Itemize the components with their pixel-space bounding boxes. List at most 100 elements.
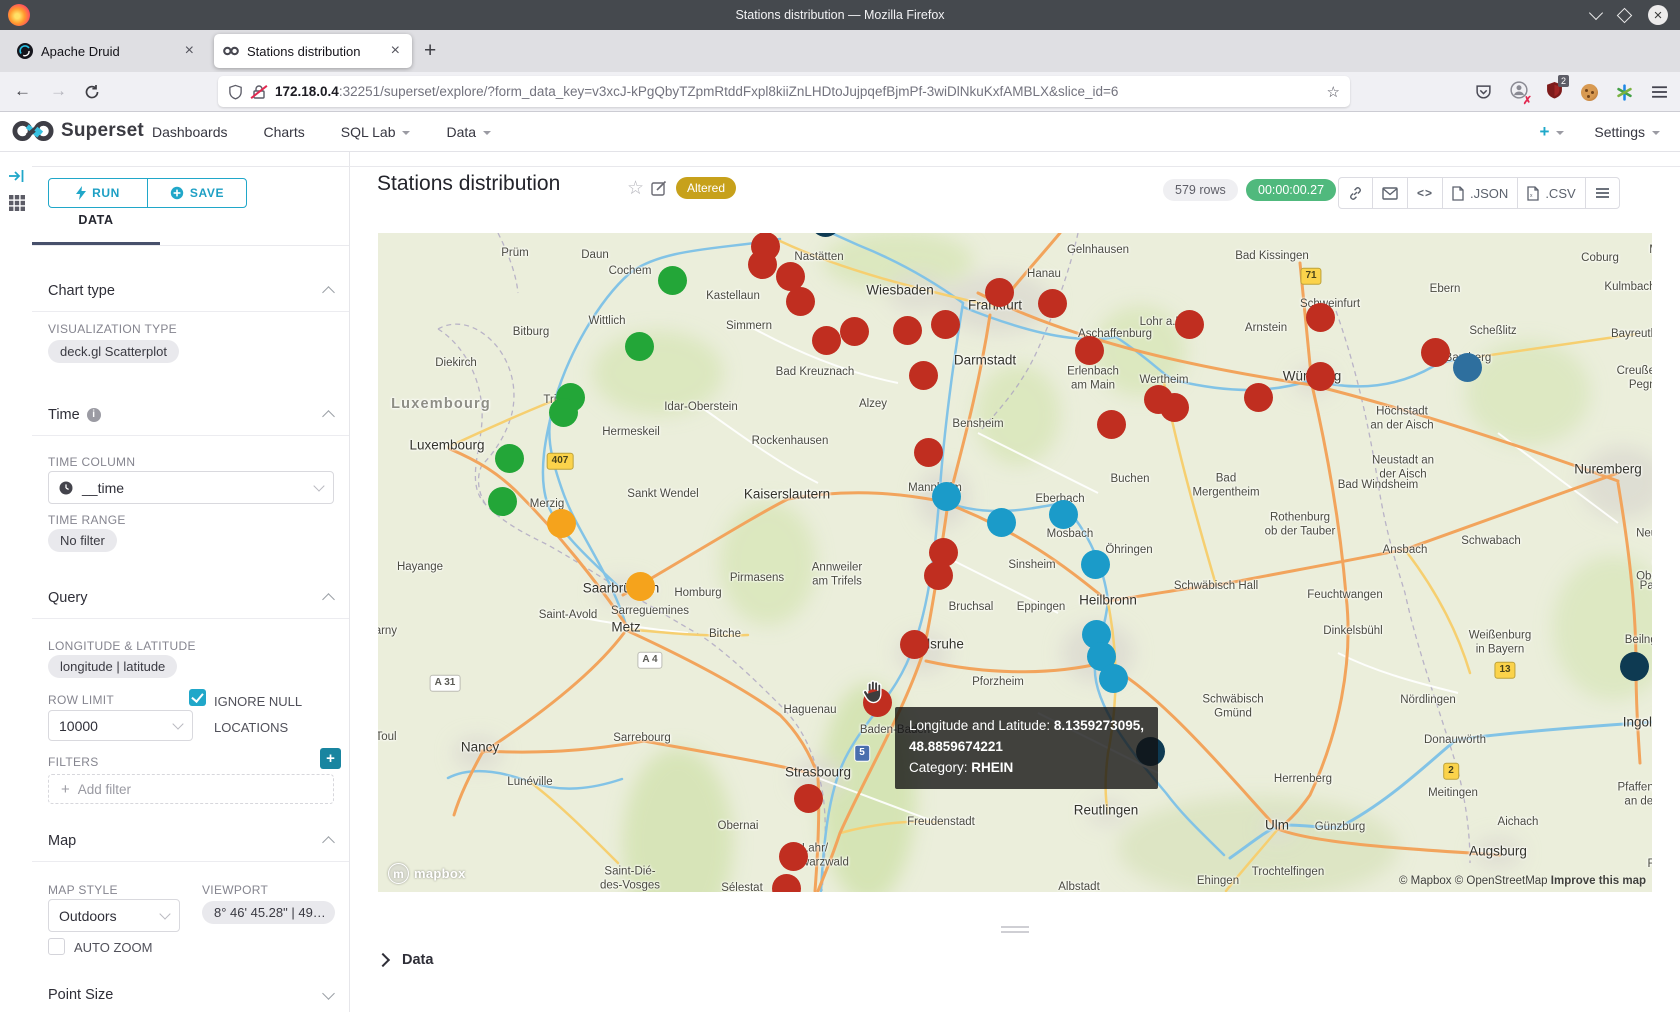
scatter-point[interactable] xyxy=(893,316,922,345)
scatter-point[interactable] xyxy=(1160,393,1189,422)
time-range-pill[interactable]: No filter xyxy=(48,529,117,552)
extension-asterisk-icon[interactable] xyxy=(1616,84,1633,101)
scatter-point[interactable] xyxy=(786,287,815,316)
scatter-point[interactable] xyxy=(909,361,938,390)
section-time[interactable]: Time i xyxy=(32,394,349,436)
section-map[interactable]: Map xyxy=(32,820,349,862)
tab-apache-druid[interactable]: Apache Druid × xyxy=(8,34,206,68)
scatter-point[interactable] xyxy=(840,317,869,346)
nav-charts[interactable]: Charts xyxy=(264,124,305,140)
viewport-pill[interactable]: 8° 46' 45.28" | 49… xyxy=(202,901,335,924)
scatter-point[interactable] xyxy=(1175,310,1204,339)
nav-data[interactable]: Data xyxy=(446,124,491,140)
scatter-point[interactable] xyxy=(772,874,801,893)
scatter-point[interactable] xyxy=(1620,652,1649,681)
favorite-star-icon[interactable]: ☆ xyxy=(627,177,644,200)
scatter-point[interactable] xyxy=(812,326,841,355)
scatter-point[interactable] xyxy=(1244,383,1273,412)
row-limit-select[interactable]: 10000 xyxy=(48,710,193,741)
scatter-point[interactable] xyxy=(900,630,929,659)
export-json-button[interactable]: .JSON xyxy=(1442,178,1517,208)
scatter-point[interactable] xyxy=(779,842,808,871)
bookmark-star-icon[interactable]: ☆ xyxy=(1327,83,1340,101)
cookie-icon[interactable] xyxy=(1581,84,1598,101)
scatter-point[interactable] xyxy=(488,487,517,516)
time-column-select[interactable]: __time xyxy=(48,471,334,504)
email-button[interactable] xyxy=(1372,178,1407,208)
back-button[interactable]: ← xyxy=(14,81,31,101)
scatter-point[interactable] xyxy=(1049,500,1078,529)
scatter-point[interactable] xyxy=(1038,289,1067,318)
attribution-text[interactable]: © Mapbox © OpenStreetMap xyxy=(1399,875,1551,887)
chart-menu-button[interactable] xyxy=(1585,178,1619,208)
section-point-size[interactable]: Point Size xyxy=(32,974,349,1012)
scatter-point[interactable] xyxy=(931,310,960,339)
scatter-point[interactable] xyxy=(626,572,655,601)
scatter-point[interactable] xyxy=(1081,550,1110,579)
scatter-point[interactable] xyxy=(549,398,578,427)
resize-handle[interactable] xyxy=(1001,923,1029,933)
dataset-grid-icon[interactable] xyxy=(8,194,26,212)
scatter-point[interactable] xyxy=(914,438,943,467)
collapse-panel-icon[interactable] xyxy=(8,168,25,184)
map-style-select[interactable]: Outdoors xyxy=(48,899,180,932)
scatter-point[interactable] xyxy=(1306,362,1335,391)
add-filter-box[interactable]: + Add filter xyxy=(48,774,334,804)
auto-zoom-checkbox[interactable] xyxy=(48,938,65,955)
embed-code-button[interactable]: <> xyxy=(1407,178,1442,208)
menu-hamburger-icon[interactable] xyxy=(1651,85,1668,99)
data-panel-toggle[interactable]: Data xyxy=(378,952,433,968)
scatter-point[interactable] xyxy=(1075,336,1104,365)
nav-sql-lab[interactable]: SQL Lab xyxy=(341,124,411,140)
export-csv-button[interactable]: x .CSV xyxy=(1517,178,1584,208)
scatter-point[interactable] xyxy=(547,509,576,538)
settings-menu[interactable]: Settings xyxy=(1594,124,1660,140)
account-icon[interactable]: ✗ xyxy=(1510,81,1528,104)
section-chart-type[interactable]: Chart type xyxy=(32,270,349,312)
save-button[interactable]: SAVE xyxy=(147,179,246,207)
scatter-point[interactable] xyxy=(924,561,953,590)
viz-type-pill[interactable]: deck.gl Scatterplot xyxy=(48,340,179,363)
tab-close-icon[interactable]: × xyxy=(388,42,403,60)
add-filter-plus-button[interactable]: + xyxy=(320,748,341,769)
scatter-point[interactable] xyxy=(811,233,840,237)
share-link-button[interactable] xyxy=(1339,178,1372,208)
reload-icon[interactable] xyxy=(84,84,100,100)
tab-data[interactable]: DATA xyxy=(32,198,160,242)
ignore-null-checkbox[interactable] xyxy=(189,689,206,706)
scatter-point[interactable] xyxy=(987,508,1016,537)
window-maximize-icon[interactable] xyxy=(1617,7,1633,23)
scatter-point[interactable] xyxy=(1453,353,1482,382)
pocket-icon[interactable] xyxy=(1475,84,1492,101)
scatter-point[interactable] xyxy=(1306,303,1335,332)
improve-map-link[interactable]: Improve this map xyxy=(1551,875,1646,887)
scatter-point[interactable] xyxy=(1097,410,1126,439)
window-minimize-icon[interactable] xyxy=(1589,6,1603,20)
window-close-button[interactable]: × xyxy=(1648,5,1668,25)
nav-dashboards[interactable]: Dashboards xyxy=(152,124,228,140)
shield-icon[interactable] xyxy=(228,84,243,100)
insecure-lock-icon[interactable] xyxy=(251,84,267,100)
new-tab-button[interactable]: + xyxy=(424,39,436,63)
scatter-point[interactable] xyxy=(1099,664,1128,693)
scatter-point[interactable] xyxy=(985,278,1014,307)
tab-close-icon[interactable]: × xyxy=(182,42,197,60)
scatter-point[interactable] xyxy=(794,784,823,813)
tab-stations-distribution[interactable]: Stations distribution × xyxy=(214,34,412,68)
scatter-point[interactable] xyxy=(625,332,654,361)
scatter-point[interactable] xyxy=(495,444,524,473)
scatter-point[interactable] xyxy=(658,266,687,295)
ublock-icon[interactable]: 2 xyxy=(1546,81,1563,104)
add-new-button[interactable]: + xyxy=(1539,122,1564,142)
scatter-point[interactable] xyxy=(1421,338,1450,367)
scatter-point[interactable] xyxy=(932,482,961,511)
deckgl-scatterplot-map[interactable]: PrümDaunCochemNastättenGelnhausenHanauBa… xyxy=(378,233,1652,892)
lonlat-pill[interactable]: longitude | latitude xyxy=(48,655,177,678)
mapbox-logo[interactable]: m mapbox xyxy=(388,863,466,884)
edit-properties-icon[interactable] xyxy=(651,180,667,196)
section-query[interactable]: Query xyxy=(32,577,349,619)
url-bar[interactable]: 172.18.0.4 :32251/superset/explore/?form… xyxy=(218,76,1350,107)
forward-button[interactable]: → xyxy=(50,81,67,101)
superset-logo[interactable]: Superset xyxy=(12,117,144,145)
scatter-point[interactable] xyxy=(748,250,777,279)
